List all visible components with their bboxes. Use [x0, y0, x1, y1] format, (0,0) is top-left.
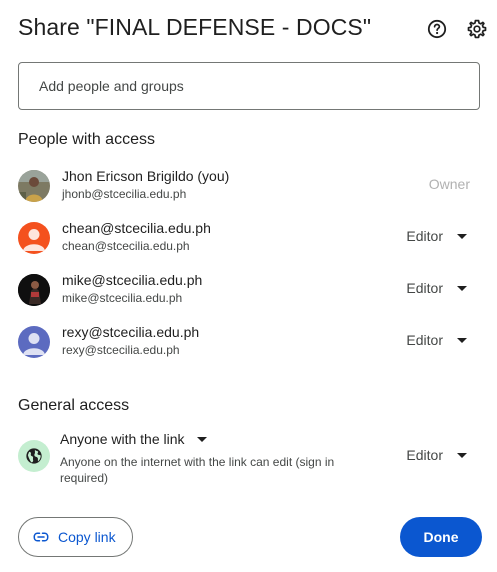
role-dropdown[interactable]: Editor	[406, 228, 467, 244]
copy-link-label: Copy link	[58, 529, 116, 545]
link-icon	[33, 532, 49, 542]
help-icon[interactable]	[425, 17, 449, 41]
dialog-title: Share "FINAL DEFENSE - DOCS"	[18, 14, 372, 40]
person-name: rexy@stcecilia.edu.ph	[62, 324, 200, 340]
person-name: chean@stcecilia.edu.ph	[62, 220, 211, 236]
globe-icon	[18, 440, 50, 472]
avatar	[18, 274, 50, 306]
avatar	[18, 170, 50, 202]
person-name: mike@stcecilia.edu.ph	[62, 272, 203, 288]
person-email: chean@stcecilia.edu.ph	[62, 239, 190, 253]
person-email: rexy@stcecilia.edu.ph	[62, 343, 180, 357]
person-name: Jhon Ericson Brigildo (you)	[62, 168, 230, 184]
general-access-heading: General access	[18, 397, 130, 414]
role-label: Owner	[428, 176, 470, 192]
general-access-scope-label: Anyone with the link	[60, 431, 185, 447]
role-dropdown[interactable]: Editor	[406, 280, 467, 296]
caret-down-icon	[457, 233, 467, 239]
done-button[interactable]: Done	[400, 517, 482, 557]
share-dialog: Share "FINAL DEFENSE - DOCS" People with…	[0, 0, 497, 572]
add-people-input[interactable]	[18, 62, 480, 110]
role-label: Editor	[406, 332, 443, 348]
role-label: Editor	[406, 447, 443, 463]
copy-link-button[interactable]: Copy link	[18, 517, 133, 557]
role-label: Editor	[406, 280, 443, 296]
caret-down-icon	[196, 436, 207, 442]
person-email: mike@stcecilia.edu.ph	[62, 291, 183, 305]
avatar	[18, 222, 50, 254]
role-label: Editor	[406, 228, 443, 244]
general-access-row: Anyone with the link Anyone on the inter…	[0, 428, 497, 490]
caret-down-icon	[457, 337, 467, 343]
gear-icon[interactable]	[465, 17, 489, 41]
people-with-access-heading: People with access	[18, 131, 155, 148]
person-row: chean@stcecilia.edu.ph chean@stcecilia.e…	[0, 216, 497, 260]
caret-down-icon	[457, 452, 467, 458]
general-access-description: Anyone on the internet with the link can…	[60, 455, 335, 485]
general-access-role-dropdown[interactable]: Editor	[406, 447, 467, 463]
person-row: mike@stcecilia.edu.ph mike@stcecilia.edu…	[0, 268, 497, 312]
role-dropdown[interactable]: Editor	[406, 332, 467, 348]
avatar	[18, 326, 50, 358]
person-row: rexy@stcecilia.edu.ph rexy@stcecilia.edu…	[0, 320, 497, 364]
caret-down-icon	[457, 285, 467, 291]
person-email: jhonb@stcecilia.edu.ph	[62, 187, 187, 201]
person-row: Jhon Ericson Brigildo (you) jhonb@stceci…	[0, 164, 497, 208]
general-access-scope-dropdown[interactable]: Anyone with the link	[60, 431, 207, 447]
